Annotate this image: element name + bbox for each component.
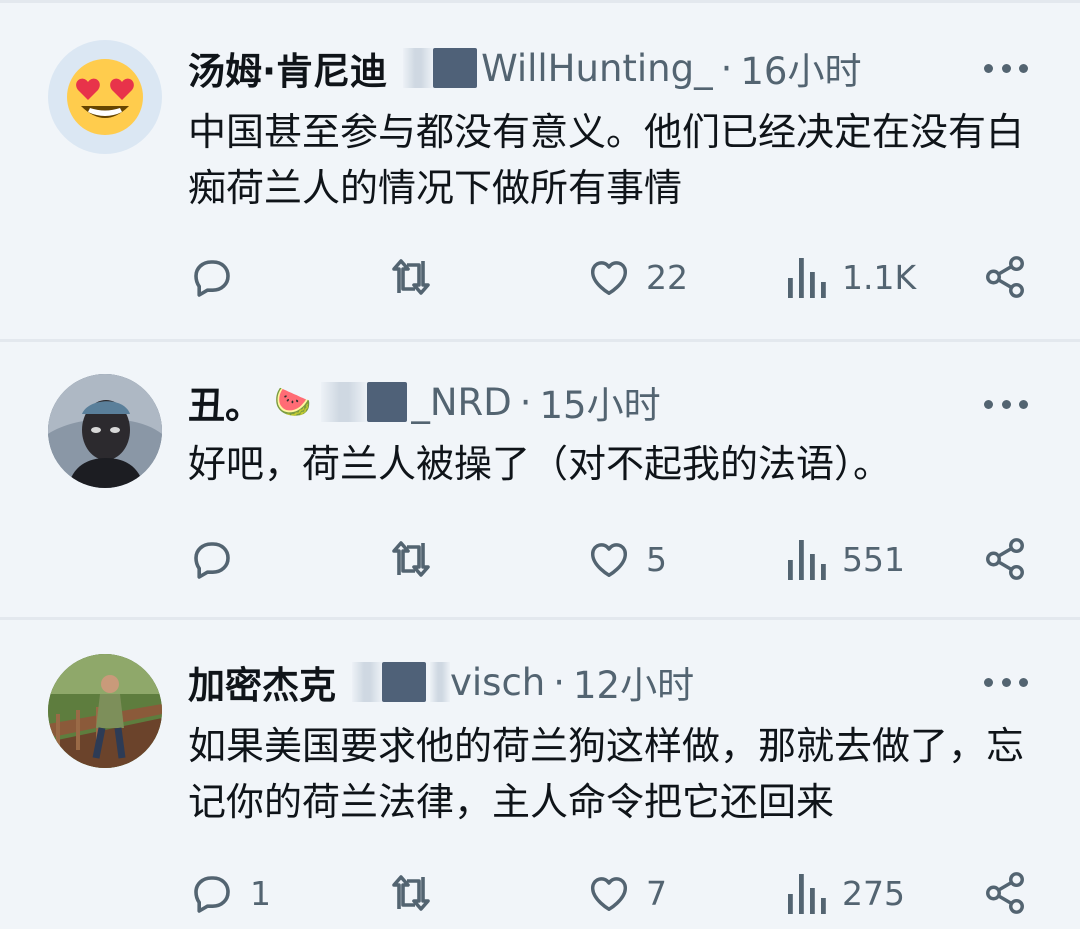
tweet[interactable]: 加密杰克 visch · 12小时 如果美国要求他的荷兰狗这样做，那就去做了，忘… [0,620,1080,929]
like-count: 5 [646,539,667,579]
redaction [382,662,426,702]
action-bar: 22 1.1K [0,252,1080,302]
reply-button[interactable] [188,252,250,302]
separator: · [519,380,532,424]
reply-icon [194,542,230,579]
share-button[interactable] [982,868,1028,918]
display-name[interactable]: 丑。 [188,375,262,429]
redaction [403,48,434,88]
redaction [321,382,368,422]
redaction [430,662,450,702]
watermelon-emoji: 🍉 [274,384,312,420]
reply-button[interactable] [188,534,250,584]
separator: · [553,660,566,704]
like-count: 22 [646,257,688,297]
avatar[interactable] [48,374,162,488]
username[interactable]: visch [450,661,545,704]
display-name[interactable]: 汤姆·肯尼迪 [188,41,387,95]
like-icon [590,543,628,578]
views-icon [788,540,826,580]
display-name[interactable]: 加密杰克 [188,655,336,709]
views-icon [788,258,826,298]
username[interactable]: WillHunting_ [481,47,713,90]
views-button[interactable]: 275 [786,868,905,918]
share-button[interactable] [982,534,1028,584]
separator: · [720,46,733,90]
heart-eyes-emoji-icon [67,59,143,135]
tweet-text: 中国甚至参与都没有意义。他们已经决定在没有白痴荷兰人的情况下做所有事情 [188,110,1025,210]
retweet-icon [392,259,430,295]
timestamp[interactable]: 12小时 [573,655,694,709]
timestamp[interactable]: 16小时 [740,41,861,95]
timestamp[interactable]: 15小时 [540,375,661,429]
share-icon [986,538,1024,580]
bridge-photo-icon [48,654,162,768]
avatar[interactable] [48,40,162,154]
retweet-icon [392,875,430,911]
redaction [367,382,408,422]
tweet-text: 好吧，荷兰人被操了（对不起我的法语）。 [188,442,892,486]
views-button[interactable]: 1.1K [786,252,916,302]
tweet[interactable]: 丑。 🍉 _NRD · 15小时 好吧，荷兰人被操了（对不起我的法语）。 5 5… [0,342,1080,617]
tweet[interactable]: 汤姆·肯尼迪 WillHunting_ · 16小时 中国甚至参与都没有意义。他… [0,0,1080,339]
like-button[interactable]: 5 [586,534,667,584]
share-icon [986,256,1024,298]
like-icon [590,877,628,912]
reply-icon [194,876,230,913]
like-icon [590,261,628,296]
avatar[interactable] [48,654,162,768]
more-icon[interactable] [984,398,1028,410]
redaction [433,48,478,88]
retweet-button[interactable] [386,252,450,302]
views-button[interactable]: 551 [786,534,905,584]
views-count: 1.1K [842,257,917,297]
share-button[interactable] [982,252,1028,302]
redaction [352,662,382,702]
more-icon[interactable] [984,62,1028,74]
like-count: 7 [646,873,667,913]
tweet-text: 如果美国要求他的荷兰狗这样做，那就去做了，忘记你的荷兰法律，主人命令把它还回来 [188,724,1025,824]
retweet-icon [392,541,430,577]
views-icon [788,874,826,914]
action-bar: 5 551 [0,534,1080,584]
retweet-button[interactable] [386,534,450,584]
like-button[interactable]: 7 [586,868,667,918]
reply-icon [194,260,230,297]
more-icon[interactable] [984,676,1028,688]
share-icon [986,872,1024,914]
like-button[interactable]: 22 [586,252,688,302]
reply-count: 1 [250,873,271,913]
views-count: 275 [842,873,905,913]
reply-button[interactable]: 1 [188,868,271,918]
username[interactable]: _NRD [411,381,511,424]
portrait-photo-icon [48,374,162,488]
action-bar: 1 7 275 [0,868,1080,918]
retweet-button[interactable] [386,868,450,918]
views-count: 551 [842,539,905,579]
